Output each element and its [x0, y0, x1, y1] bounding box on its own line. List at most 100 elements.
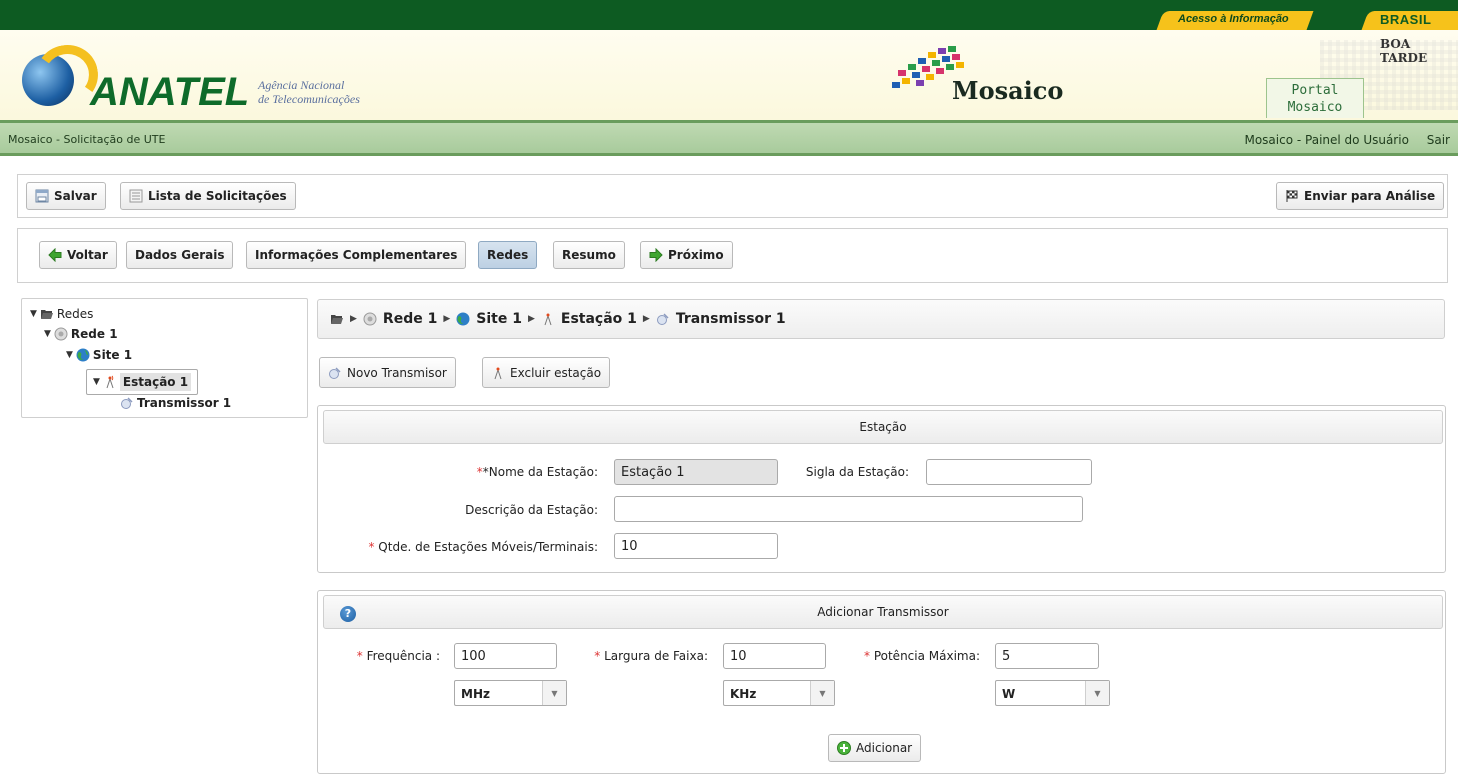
breadcrumb-transmissor[interactable]: Transmissor 1: [676, 311, 786, 327]
list-icon: [129, 189, 143, 203]
antenna-tower-icon: [544, 313, 552, 326]
logout-link[interactable]: Sair: [1427, 133, 1450, 147]
antenna-tower-icon: [494, 367, 502, 379]
brasil-logo[interactable]: BRASIL: [1380, 12, 1431, 27]
max-power-unit-select[interactable]: W ▼: [995, 680, 1110, 706]
network-tree: ▼ Redes ▼ Rede 1 ▼ Site 1 ▼ Estação 1 Tr…: [21, 298, 308, 418]
station-description-label: Descrição da Estação:: [465, 503, 598, 517]
station-name-label-text: *Nome da Estação:: [482, 465, 598, 479]
submit-label: Enviar para Análise: [1304, 189, 1436, 203]
frequency-label-text: Frequência :: [366, 649, 440, 663]
chevron-down-icon[interactable]: ▼: [542, 681, 566, 705]
add-label: Adicionar: [856, 741, 913, 755]
breadcrumb: ▶ Rede 1 ▶ Site 1 ▶ Estação 1 ▶ Transmis…: [317, 299, 1445, 339]
add-transmitter-button[interactable]: Adicionar: [828, 734, 922, 762]
add-transmitter-header: ? Adicionar Transmissor: [323, 595, 1443, 629]
save-button[interactable]: Salvar: [26, 182, 106, 210]
delete-station-label: Excluir estação: [510, 365, 602, 380]
help-icon[interactable]: ?: [340, 606, 356, 622]
agency-name: Agência Nacional de Telecomunicações: [258, 78, 360, 106]
separator-arrow-icon: ▶: [642, 314, 650, 324]
arrow-right-icon: [649, 248, 663, 262]
chevron-down-icon[interactable]: ▼: [1085, 681, 1109, 705]
antenna-tower-icon: [106, 375, 114, 389]
checkered-flag-icon: [1286, 190, 1298, 202]
station-name-label: **Nome da Estação:: [476, 465, 598, 479]
save-icon: [35, 189, 49, 203]
arrow-left-icon: [48, 248, 62, 262]
breadcrumb-rede[interactable]: Rede 1: [383, 311, 437, 327]
breadcrumb-estacao[interactable]: Estação 1: [561, 311, 637, 327]
tree-label-redes: Redes: [56, 307, 94, 321]
agency-line2: de Telecomunicações: [258, 92, 360, 106]
agency-line1: Agência Nacional: [258, 78, 345, 92]
mobile-stations-qty-label: * Qtde. de Estações Móveis/Terminais:: [368, 540, 598, 554]
greeting: BOA TARDE: [1380, 37, 1428, 65]
max-power-label: * Potência Máxima:: [864, 649, 980, 663]
separator-arrow-icon: ▶: [527, 314, 535, 324]
station-panel-header: Estação: [323, 410, 1443, 444]
mobile-stations-qty-label-text: Qtde. de Estações Móveis/Terminais:: [378, 540, 598, 554]
frequency-unit-select[interactable]: MHz ▼: [454, 680, 567, 706]
next-label: Próximo: [668, 248, 724, 262]
back-button[interactable]: Voltar: [39, 241, 117, 269]
app-title: Mosaico: [952, 76, 1064, 105]
tree-node-rede[interactable]: ▼ Rede 1: [44, 327, 118, 341]
globe-icon: [76, 348, 90, 362]
max-power-unit-value: W: [1002, 687, 1016, 701]
sub-navigation: Mosaico - Solicitação de UTE Mosaico - P…: [0, 120, 1458, 156]
plus-circle-icon: [837, 741, 851, 755]
portal-line2: Mosaico: [1287, 100, 1343, 115]
add-transmitter-panel: ? Adicionar Transmissor * Frequência : 1…: [317, 590, 1446, 774]
tree-node-site[interactable]: ▼ Site 1: [66, 348, 132, 362]
max-power-label-text: Potência Máxima:: [873, 649, 980, 663]
tab-resumo[interactable]: Resumo: [553, 241, 625, 269]
tab-dados-gerais[interactable]: Dados Gerais: [126, 241, 234, 269]
redes-label: Redes: [487, 248, 529, 262]
request-list-button[interactable]: Lista de Solicitações: [120, 182, 296, 210]
expand-arrow-icon[interactable]: ▼: [66, 350, 73, 360]
network-icon: [363, 312, 377, 326]
tree-label-rede: Rede 1: [70, 327, 118, 341]
bandwidth-label: * Largura de Faixa:: [594, 649, 708, 663]
resumo-label: Resumo: [562, 248, 616, 262]
portal-mosaico-tab[interactable]: Portal Mosaico: [1266, 78, 1364, 118]
tab-redes[interactable]: Redes: [478, 241, 538, 269]
chevron-down-icon[interactable]: ▼: [810, 681, 834, 705]
station-description-field[interactable]: [614, 496, 1083, 522]
back-label: Voltar: [67, 248, 108, 262]
page-context: Mosaico - Solicitação de UTE: [8, 133, 166, 146]
add-transmitter-title: Adicionar Transmissor: [817, 605, 949, 619]
brand-name: ANATEL: [90, 70, 250, 114]
tree-node-estacao[interactable]: ▼ Estação 1: [86, 369, 199, 395]
expand-arrow-icon[interactable]: ▼: [44, 329, 51, 339]
tree-node-redes[interactable]: ▼ Redes: [30, 307, 93, 321]
folder-open-icon: [40, 310, 53, 319]
transmitter-icon: [121, 397, 133, 409]
expand-arrow-icon[interactable]: ▼: [30, 309, 37, 319]
acesso-link[interactable]: Acesso à Informação: [1178, 13, 1289, 25]
bandwidth-unit-select[interactable]: KHz ▼: [723, 680, 835, 706]
tab-informacoes-complementares[interactable]: Informações Complementares: [246, 241, 467, 269]
dados-label: Dados Gerais: [135, 248, 225, 262]
submit-analysis-button[interactable]: Enviar para Análise: [1276, 182, 1445, 210]
breadcrumb-site[interactable]: Site 1: [476, 311, 522, 327]
new-transmitter-button[interactable]: Novo Transmisor: [319, 357, 456, 388]
tree-node-transmissor[interactable]: Transmissor 1: [120, 396, 231, 410]
transmitter-icon: [656, 313, 669, 325]
station-acronym-field[interactable]: [926, 459, 1092, 485]
bandwidth-field[interactable]: 10: [723, 643, 826, 669]
next-button[interactable]: Próximo: [640, 241, 733, 269]
station-name-field[interactable]: Estação 1: [614, 459, 778, 485]
folder-open-icon: [331, 315, 343, 324]
tree-label-transmissor: Transmissor 1: [137, 396, 232, 410]
separator-arrow-icon: ▶: [350, 314, 357, 324]
delete-station-button[interactable]: Excluir estação: [482, 357, 611, 388]
mobile-stations-qty-field[interactable]: 10: [614, 533, 778, 559]
frequency-unit-value: MHz: [461, 687, 490, 701]
frequency-label: * Frequência :: [356, 649, 440, 663]
max-power-field[interactable]: 5: [995, 643, 1099, 669]
frequency-field[interactable]: 100: [454, 643, 557, 669]
painel-link[interactable]: Mosaico - Painel do Usuário: [1244, 133, 1408, 147]
expand-arrow-icon[interactable]: ▼: [93, 377, 100, 387]
